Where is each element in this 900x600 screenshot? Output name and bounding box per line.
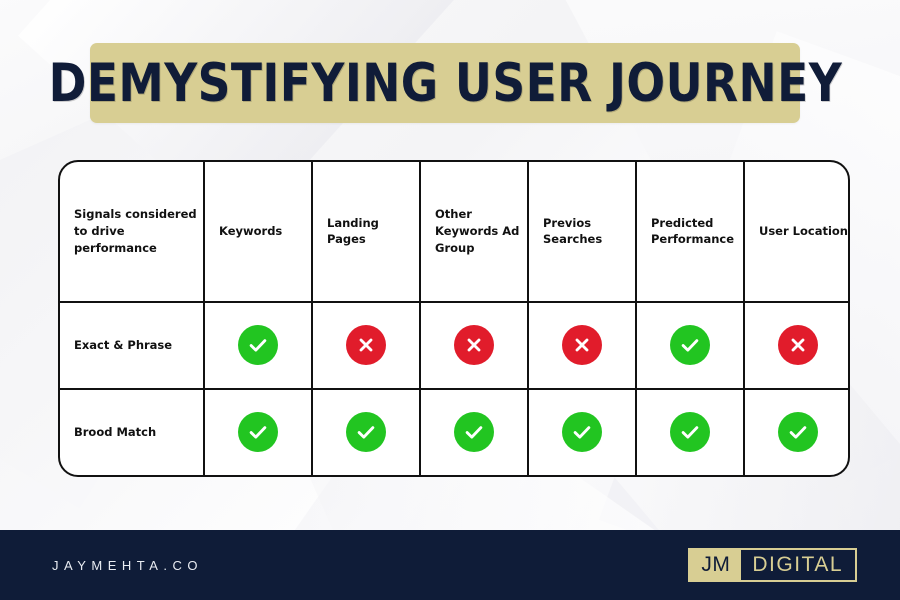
table-header-cell: Keywords [203, 162, 311, 301]
column-header-label: Keywords [219, 223, 283, 238]
table-row-label: Brood Match [74, 425, 157, 440]
table-cell [203, 389, 311, 475]
table-row: Brood Match [60, 387, 848, 475]
brand-logo: JM DIGITAL [688, 548, 857, 582]
table-header-cell: User Location [743, 162, 848, 301]
brand-logo-word: DIGITAL [741, 550, 855, 580]
column-header-label: Predicted Performance [651, 215, 735, 247]
table-cell [743, 302, 848, 388]
column-header-label: Previos Searches [543, 215, 603, 247]
check-circle-icon [238, 412, 278, 453]
table-row-label-cell: Brood Match [60, 390, 203, 475]
check-circle-icon [238, 325, 278, 366]
table-cell [419, 389, 527, 475]
title-banner: DEMYSTIFYING USER JOURNEY [48, 43, 841, 123]
table-header-cell: Previos Searches [527, 162, 635, 301]
page-title: DEMYSTIFYING USER JOURNEY [48, 52, 842, 114]
table-cell [743, 389, 848, 475]
column-header-label: Landing Pages [327, 215, 379, 247]
table-row-label-cell: Exact & Phrase [60, 303, 203, 388]
table-header-cell-signals: Signals considered to drive performance [60, 162, 203, 301]
cross-circle-icon [346, 325, 386, 366]
table-cell [635, 302, 743, 388]
cross-circle-icon [778, 325, 818, 366]
column-header-label: User Location [759, 223, 848, 238]
table-header-cell: Predicted Performance [635, 162, 743, 301]
comparison-table: Signals considered to drive performance K… [58, 160, 850, 477]
infographic-canvas: DEMYSTIFYING USER JOURNEY Signals consid… [0, 0, 900, 600]
table-cell [527, 302, 635, 388]
column-header-label: Signals considered to drive performance [74, 207, 197, 255]
table-cell [311, 389, 419, 475]
footer-website: JAYMEHTA.CO [52, 557, 204, 573]
table-row-label: Exact & Phrase [74, 338, 173, 353]
table-header-cell: Landing Pages [311, 162, 419, 301]
table-cell [311, 302, 419, 388]
cross-circle-icon [562, 325, 602, 366]
check-circle-icon [562, 412, 602, 453]
check-circle-icon [454, 412, 494, 453]
table-cell [419, 302, 527, 388]
table-cell [203, 302, 311, 388]
table-header-row: Signals considered to drive performance K… [60, 162, 848, 301]
column-header-label: Other Keywords Ad Group [435, 207, 520, 255]
check-circle-icon [346, 412, 386, 453]
table-cell [635, 389, 743, 475]
cross-circle-icon [454, 325, 494, 366]
brand-logo-mark: JM [690, 550, 742, 580]
table-cell [527, 389, 635, 475]
table-header-cell: Other Keywords Ad Group [419, 162, 527, 301]
check-circle-icon [670, 325, 710, 366]
check-circle-icon [778, 412, 818, 453]
footer-bar: JAYMEHTA.CO JM DIGITAL [0, 530, 900, 600]
check-circle-icon [670, 412, 710, 453]
table-row: Exact & Phrase [60, 300, 848, 388]
